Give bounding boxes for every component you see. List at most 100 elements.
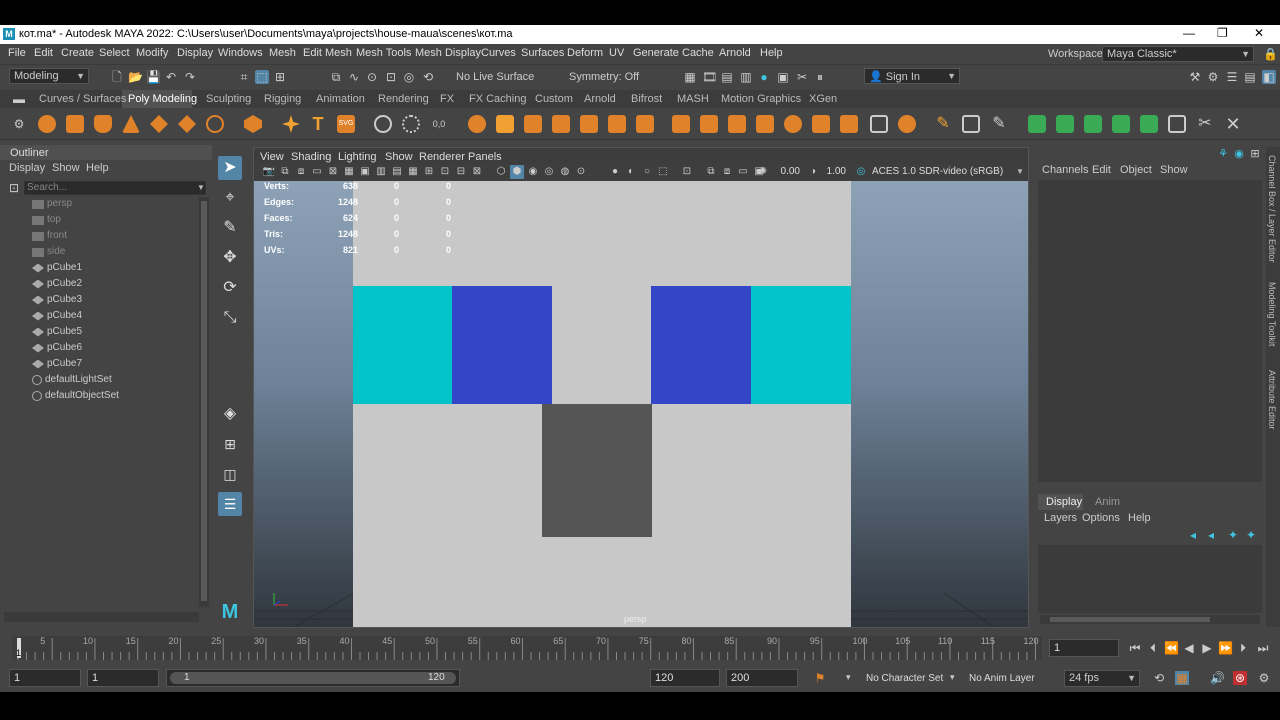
- attribute-editor-icon[interactable]: ⚙: [1206, 70, 1220, 84]
- open-scene-icon[interactable]: 📂: [128, 70, 143, 84]
- step-forward-frame-icon[interactable]: ⏵: [1236, 641, 1250, 655]
- uv-editor-icon[interactable]: [962, 115, 980, 133]
- poly-torus-icon[interactable]: [150, 115, 168, 133]
- chevron-down-icon[interactable]: ▾: [950, 672, 955, 683]
- snap-view-icon[interactable]: ⊡: [384, 70, 398, 84]
- viewport-menu-lighting[interactable]: Lighting: [338, 151, 377, 163]
- restore-button[interactable]: ❐: [1217, 26, 1228, 40]
- snap-surface-icon[interactable]: ◎: [402, 70, 416, 84]
- anti-aliasing-icon[interactable]: ◎: [542, 165, 556, 179]
- preferences-icon[interactable]: ⚙: [1257, 671, 1271, 685]
- freeze-icon[interactable]: [898, 115, 916, 133]
- pause-icon[interactable]: ⏸: [813, 70, 827, 84]
- channels-menu[interactable]: Channels: [1042, 164, 1088, 176]
- bevel-icon[interactable]: [496, 115, 514, 133]
- xray-active-icon[interactable]: ◐: [624, 165, 638, 179]
- shelf-tab-rendering[interactable]: Rendering: [378, 93, 429, 105]
- channel-box-icon[interactable]: ⚘: [1216, 147, 1230, 161]
- menu-uv[interactable]: UV: [609, 47, 624, 59]
- safe-action-icon[interactable]: ▭: [736, 165, 750, 179]
- layer-scrollbar[interactable]: [1040, 615, 1260, 624]
- gamma-icon[interactable]: ◑: [806, 165, 820, 179]
- outliner-item-pcube6[interactable]: pCube6: [32, 341, 82, 355]
- render-sequence-icon[interactable]: 🎞: [702, 70, 717, 84]
- outliner-item-defaultlightset[interactable]: defaultLightSet: [32, 373, 112, 387]
- layer-tab-display[interactable]: Display: [1046, 496, 1082, 508]
- menu-display[interactable]: Display: [177, 47, 213, 59]
- field-chart-icon[interactable]: ⧈: [720, 165, 734, 179]
- lock-camera-icon[interactable]: ⊠: [326, 165, 340, 179]
- chevron-down-icon[interactable]: ▼: [197, 183, 205, 192]
- mirror-icon[interactable]: [812, 115, 830, 133]
- outliner-vertical-scrollbar[interactable]: [199, 197, 209, 607]
- snap-point-icon[interactable]: ⊙: [365, 70, 379, 84]
- xray-icon[interactable]: ⊡: [438, 165, 452, 179]
- viewport-menu-panels[interactable]: Panels: [468, 151, 502, 163]
- render-frame-icon[interactable]: ▦: [683, 70, 697, 84]
- menu-file[interactable]: File: [8, 47, 26, 59]
- poly-cone-icon[interactable]: [122, 115, 140, 133]
- platonic-solid-icon[interactable]: [244, 115, 262, 133]
- menuset-dropdown[interactable]: Modeling ▼: [9, 68, 89, 84]
- wire-on-shaded-icon[interactable]: ⊞: [422, 165, 436, 179]
- exposure-icon[interactable]: ✺: [756, 165, 770, 179]
- animation-end-field[interactable]: 200: [726, 669, 798, 687]
- minimize-button[interactable]: —: [1183, 26, 1195, 40]
- resolution-gate-icon[interactable]: ▣: [358, 165, 372, 179]
- single-pane-layout-icon[interactable]: ◈: [218, 402, 242, 426]
- outliner-item-pcube3[interactable]: pCube3: [32, 293, 82, 307]
- outliner-item-pcube2[interactable]: pCube2: [32, 277, 82, 291]
- new-scene-icon[interactable]: 🗋: [110, 70, 124, 84]
- filter-icon[interactable]: ⊡: [7, 181, 21, 195]
- delete-history-icon[interactable]: ✕: [1224, 115, 1242, 133]
- close-button[interactable]: ✕: [1254, 26, 1264, 40]
- shelf-tab-custom[interactable]: Custom: [535, 93, 573, 105]
- shelf-settings-icon[interactable]: ⚙: [12, 117, 26, 131]
- deformer-icon[interactable]: [1028, 115, 1046, 133]
- combine-icon[interactable]: [402, 115, 420, 133]
- poly-plane-icon[interactable]: [178, 115, 196, 133]
- paint-select-tool-icon[interactable]: ✎: [218, 216, 242, 240]
- wire-icon[interactable]: [1168, 115, 1186, 133]
- show-menu[interactable]: Show: [1160, 164, 1188, 176]
- shelf-tab-motion-graphics[interactable]: Motion Graphics: [721, 93, 801, 105]
- animation-start-field[interactable]: 1: [9, 669, 81, 687]
- shelf-tab-fx[interactable]: FX: [440, 93, 454, 105]
- grid-icon[interactable]: ▥: [374, 165, 388, 179]
- scale-tool-icon[interactable]: ⤡: [218, 306, 242, 330]
- camera-select-icon[interactable]: 📷: [262, 165, 276, 179]
- outliner-item-defaultobjectset[interactable]: defaultObjectSet: [32, 389, 119, 403]
- menu-edit-mesh[interactable]: Edit Mesh: [303, 47, 352, 59]
- hypershade-icon[interactable]: ●: [757, 70, 771, 84]
- shelf-tab-bifrost[interactable]: Bifrost: [631, 93, 662, 105]
- go-to-start-icon[interactable]: ⏮: [1128, 641, 1142, 655]
- shelf-tab-animation[interactable]: Animation: [316, 93, 365, 105]
- scrollbar-thumb[interactable]: [201, 201, 207, 601]
- isolate-icon[interactable]: ⊡: [680, 165, 694, 179]
- step-forward-key-icon[interactable]: ⏩: [1218, 641, 1233, 655]
- two-pane-layout-icon[interactable]: ◫: [218, 462, 242, 486]
- side-tab-channel-box[interactable]: Channel Box / Layer Editor: [1267, 155, 1277, 263]
- four-pane-layout-icon[interactable]: ⊞: [218, 432, 242, 456]
- viewport-menu-renderer[interactable]: Renderer: [419, 151, 465, 163]
- draw-curve-icon[interactable]: ✎: [934, 115, 952, 133]
- tool-settings-icon[interactable]: ☰: [1225, 70, 1239, 84]
- fill-hole-icon[interactable]: [608, 115, 626, 133]
- chevron-down-icon[interactable]: ▼: [1016, 167, 1024, 176]
- select-tool-icon[interactable]: ➤: [218, 156, 242, 180]
- options-menu[interactable]: Options: [1082, 512, 1120, 524]
- measure-icon[interactable]: ✎: [990, 115, 1008, 133]
- outliner-layout-icon[interactable]: ☰: [218, 492, 242, 516]
- time-slider-track[interactable]: 5 10 15 20 25 30 35 40 45 50 55 60 65 70 75 80 85 90 95 100…: [12, 636, 1042, 660]
- bookmark-icon[interactable]: ⧈: [294, 165, 308, 179]
- step-back-frame-icon[interactable]: ⏴: [1146, 641, 1160, 655]
- render-settings-icon[interactable]: ▥: [739, 70, 753, 84]
- bend-icon[interactable]: ✂: [1196, 115, 1214, 133]
- merge-icon[interactable]: [636, 115, 654, 133]
- play-forward-icon[interactable]: ▶: [1200, 641, 1214, 655]
- move-layer-up-icon[interactable]: ◂: [1186, 528, 1200, 542]
- shadows-icon[interactable]: ⬡: [494, 165, 508, 179]
- menu-mesh-tools[interactable]: Mesh Tools: [356, 47, 411, 59]
- edit-menu[interactable]: Edit: [1092, 164, 1111, 176]
- workspace-dropdown[interactable]: Maya Classic* ▼: [1102, 46, 1254, 62]
